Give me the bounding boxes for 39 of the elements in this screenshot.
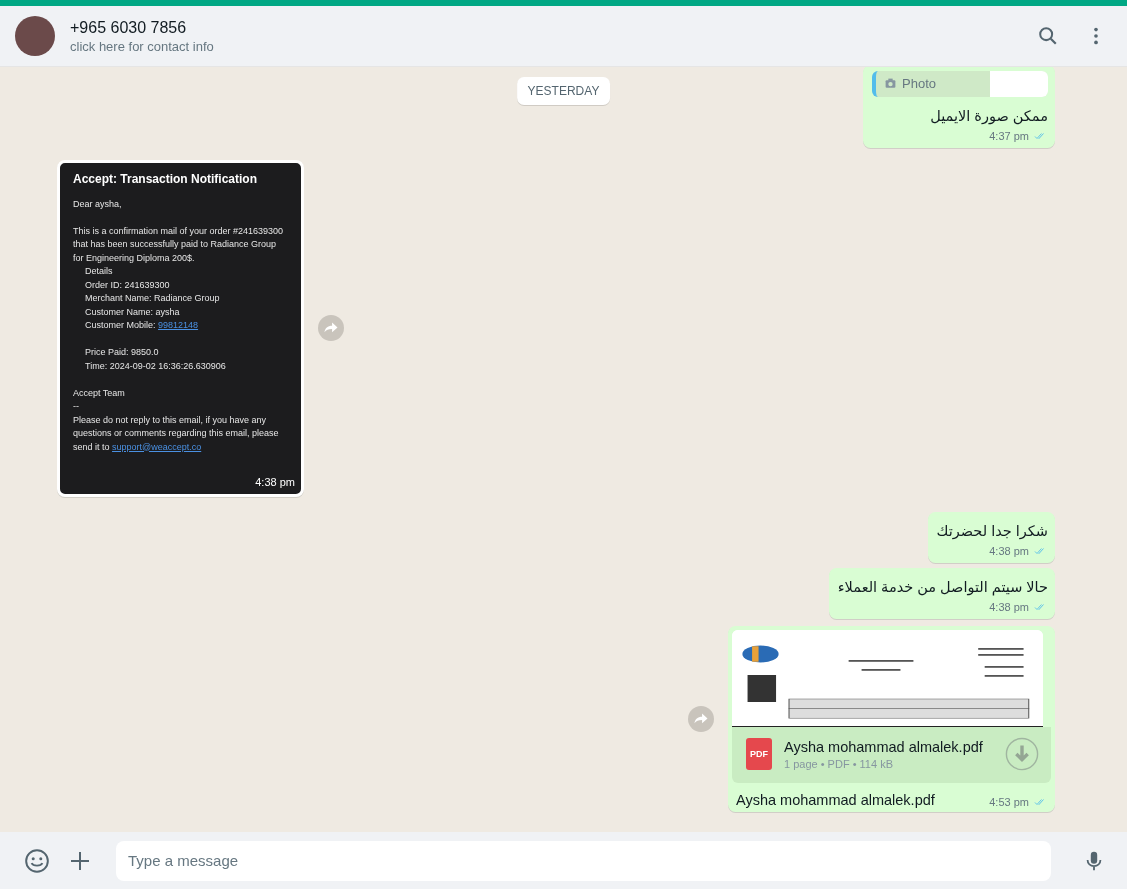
email-text: Accept Team xyxy=(73,386,126,400)
email-text: This is a confirmation mail of your order #241639300 that has been successfully paid to Radiance Group for Engineering Diploma 200$. xyxy=(73,224,285,265)
message-text: Aysha mohammad almalek.pdf xyxy=(736,792,935,808)
email-link[interactable]: 99812148 xyxy=(158,320,199,330)
message-time: 4:53 pm xyxy=(989,796,1029,808)
email-text: -- xyxy=(73,400,80,413)
file-name: Aysha mohammad almalek.pdf xyxy=(784,738,984,755)
message-time: 4:37 pm xyxy=(989,129,1029,142)
message-time: 4:38 pm xyxy=(989,545,1029,557)
quoted-reply[interactable]: Photo xyxy=(872,70,1048,97)
email-link[interactable]: support@weaccept.co xyxy=(112,441,202,452)
email-text: Details xyxy=(84,265,114,278)
email-text: Time: 2024-09-02 16:36:26.630906 xyxy=(84,359,227,373)
camera-icon xyxy=(884,77,897,90)
quoted-thumbnail xyxy=(990,70,1048,97)
message-text: حالا سيتم التواصل من خدمة العملاء xyxy=(837,578,1048,598)
search-icon[interactable] xyxy=(1037,25,1059,47)
email-text: Merchant Name: Radiance Group xyxy=(84,292,221,305)
message-time: 4:38 pm xyxy=(255,476,295,488)
message-text: شكرا جدا لحضرتك xyxy=(936,522,1048,542)
message-text: ممكن صورة الايميل xyxy=(929,106,1048,127)
message-time: 4:38 pm xyxy=(989,601,1029,613)
email-screenshot[interactable] xyxy=(57,159,304,497)
email-text: Order ID: 241639300 xyxy=(84,278,171,292)
message-input[interactable]: Type a message xyxy=(116,840,1051,881)
email-text: Dear aysha, xyxy=(73,197,123,211)
contact-name[interactable]: +965 6030 7856 xyxy=(70,16,1011,38)
email-text: Please do not reply to this email, if you have any questions or comments regarding this email, please send it to support@weaccept.co xyxy=(73,413,280,454)
email-text: Customer Mobile: 99812148 xyxy=(84,319,200,332)
file-details: 1 page • PDF • 114 kB xyxy=(784,757,894,770)
email-text: Price Paid: 9850.0 xyxy=(84,346,160,359)
pdf-file-icon: PDF xyxy=(746,738,772,770)
quoted-label: Photo xyxy=(902,76,936,91)
contact-info-hint[interactable]: click here for contact info xyxy=(70,37,1011,56)
document-thumbnail[interactable] xyxy=(732,630,1043,727)
email-title: Accept: Transaction Notification xyxy=(73,171,259,186)
emoji-icon[interactable] xyxy=(24,847,50,874)
contact-avatar[interactable] xyxy=(15,16,55,56)
email-text: Customer Name: aysha xyxy=(84,305,181,319)
